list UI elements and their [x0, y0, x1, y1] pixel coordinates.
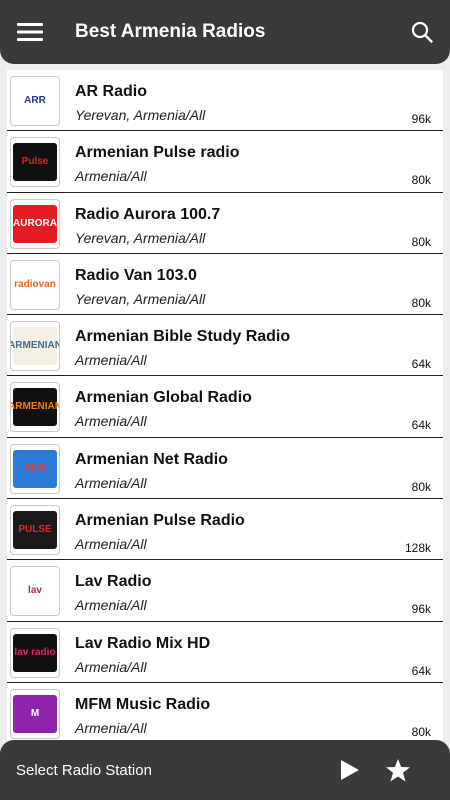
station-location: Armenia/All: [75, 474, 147, 491]
station-name: Armenian Bible Study Radio: [75, 328, 291, 346]
station-row[interactable]: ARMENIAN Armenian Bible Study Radio Armeni…: [7, 315, 443, 377]
hamburger-menu-button[interactable]: [0, 0, 60, 64]
station-bitrate: 80k: [411, 479, 431, 494]
app-title: Best Armenia Radios: [75, 21, 266, 42]
station-name: Armenian Pulse Radio: [75, 512, 245, 530]
station-logo: AURORA: [10, 198, 60, 249]
station-bitrate: 80k: [411, 234, 431, 249]
station-name: Armenian Pulse radio: [75, 144, 240, 162]
station-logo-mark: Pulse: [13, 143, 57, 182]
station-logo: ANR: [10, 443, 60, 494]
station-bitrate: 80k: [411, 173, 431, 188]
station-name: Lav Radio: [75, 573, 152, 591]
station-location: Yerevan, Armenia/All: [75, 229, 206, 246]
station-logo: Pulse: [10, 137, 60, 188]
station-name: MFM Music Radio: [75, 695, 211, 713]
station-logo-mark: lav radio: [13, 633, 57, 672]
player-status-label: Select Radio Station: [16, 761, 152, 779]
station-row[interactable]: ARMENIAN Armenian Global Radio Armenia/All…: [7, 376, 443, 438]
station-bitrate: 80k: [411, 295, 431, 310]
star-icon: [386, 758, 410, 781]
station-logo-mark: M: [13, 694, 57, 733]
station-bitrate: 64k: [411, 357, 431, 372]
search-icon: [411, 21, 433, 43]
station-row[interactable]: lav Lav Radio Armenia/All 96k: [7, 560, 443, 622]
station-bitrate: 80k: [411, 724, 431, 739]
station-location: Yerevan, Armenia/All: [75, 290, 206, 307]
station-name: Radio Aurora 100.7: [75, 205, 221, 223]
station-row[interactable]: ANR Armenian Net Radio Armenia/All 80k: [7, 438, 443, 500]
search-button[interactable]: [394, 0, 450, 64]
station-row[interactable]: AURORA Radio Aurora 100.7 Yerevan, Armenia…: [7, 193, 443, 254]
station-bitrate: 96k: [411, 602, 431, 617]
station-name: AR Radio: [75, 83, 147, 100]
station-logo-mark: ANR: [13, 449, 57, 488]
play-icon: [341, 760, 359, 780]
app-bar: Best Armenia Radios: [0, 0, 450, 64]
station-logo: ARR: [10, 76, 60, 126]
station-bitrate: 64k: [411, 663, 431, 678]
station-location: Yerevan, Armenia/All: [75, 107, 206, 123]
station-bitrate: 96k: [411, 112, 431, 126]
station-bitrate: 64k: [411, 418, 431, 433]
station-logo: ARMENIAN: [10, 382, 60, 433]
station-row[interactable]: Pulse Armenian Pulse radio Armenia/All 80k: [7, 131, 443, 193]
station-row[interactable]: PULSE Armenian Pulse Radio Armenia/All 128k: [7, 499, 443, 561]
station-logo-mark: ARR: [13, 82, 57, 120]
station-list: ARR AR Radio Yerevan, Armenia/All 96k Pulse A…: [7, 70, 443, 740]
station-logo: M: [10, 688, 60, 739]
station-location: Armenia/All: [75, 168, 147, 185]
station-location: Armenia/All: [75, 658, 147, 675]
station-name: Lav Radio Mix HD: [75, 634, 211, 652]
station-row[interactable]: radiovan Radio Van 103.0 Yerevan, Armenia/…: [7, 254, 443, 316]
station-logo-mark: ARMENIAN: [11, 327, 59, 366]
station-row[interactable]: ARR AR Radio Yerevan, Armenia/All 96k: [7, 70, 443, 132]
play-button[interactable]: [330, 740, 370, 800]
station-name: Radio Van 103.0: [75, 266, 197, 284]
station-location: Armenia/All: [75, 413, 147, 430]
station-logo: PULSE: [10, 505, 60, 556]
station-logo-mark: PULSE: [13, 511, 57, 550]
station-name: Armenian Net Radio: [75, 450, 228, 468]
station-location: Armenia/All: [75, 352, 147, 369]
station-logo-mark: ARMENIAN: [11, 388, 59, 427]
station-name: Armenian Global Radio: [75, 389, 252, 407]
station-bitrate: 128k: [404, 541, 431, 556]
station-location: Armenia/All: [75, 597, 147, 614]
station-row[interactable]: M MFM Music Radio Armenia/All 80k: [7, 683, 443, 740]
station-logo-mark: radiovan: [13, 265, 57, 304]
station-logo: lav: [10, 566, 60, 617]
station-location: Armenia/All: [75, 536, 147, 553]
favorite-button[interactable]: [378, 740, 418, 800]
station-logo: radiovan: [10, 259, 60, 310]
station-row[interactable]: lav radio Lav Radio Mix HD Armenia/All 64k: [7, 622, 443, 683]
station-logo-mark: AURORA: [13, 204, 57, 243]
player-bar: Select Radio Station: [0, 740, 450, 800]
station-location: Armenia/All: [75, 719, 147, 736]
station-logo-mark: lav: [13, 572, 57, 611]
station-logo: lav radio: [10, 627, 60, 678]
station-logo: ARMENIAN: [10, 321, 60, 372]
hamburger-menu-icon: [17, 23, 43, 41]
